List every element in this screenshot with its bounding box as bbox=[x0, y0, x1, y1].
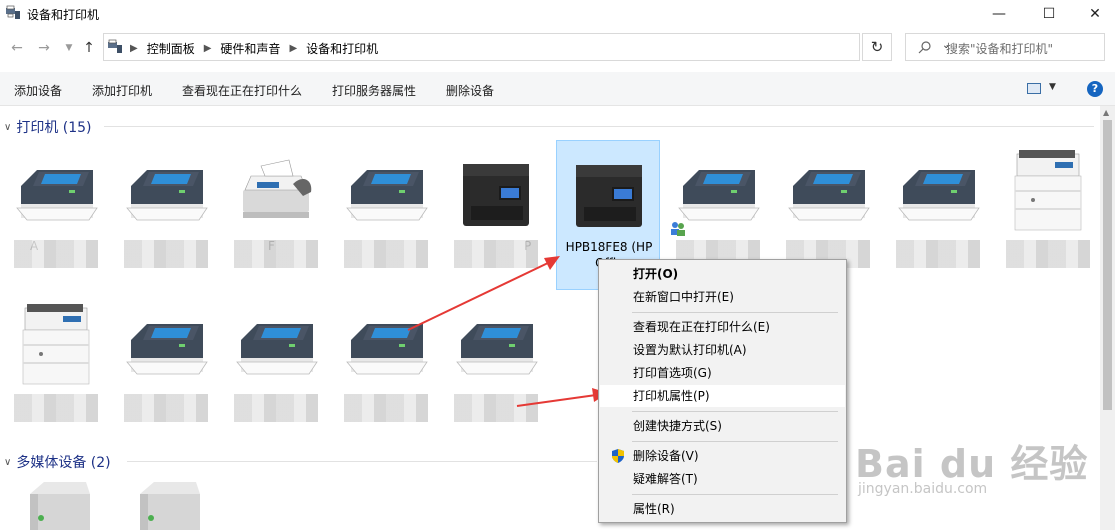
menu-separator bbox=[632, 411, 838, 412]
context-menu: 打开(O) 在新窗口中打开(E) 查看现在正在打印什么(E) 设置为默认打印机(… bbox=[598, 259, 847, 523]
shield-icon bbox=[612, 449, 624, 463]
menu-open[interactable]: 打开(O) bbox=[600, 263, 845, 285]
menu-separator bbox=[632, 494, 838, 495]
watermark-url: jingyan.baidu.com bbox=[858, 481, 988, 497]
menu-open-new-window[interactable]: 在新窗口中打开(E) bbox=[600, 286, 845, 308]
menu-remove-device-label: 删除设备(V) bbox=[633, 449, 699, 463]
menu-remove-device[interactable]: 删除设备(V) bbox=[600, 445, 845, 467]
menu-create-shortcut[interactable]: 创建快捷方式(S) bbox=[600, 415, 845, 437]
menu-printing-preferences[interactable]: 打印首选项(G) bbox=[600, 362, 845, 384]
baidu-watermark: Bai du 经验 jingyan.baidu.com bbox=[855, 433, 1089, 497]
menu-properties[interactable]: 属性(R) bbox=[600, 498, 845, 520]
menu-see-printing[interactable]: 查看现在正在打印什么(E) bbox=[600, 316, 845, 338]
menu-set-default[interactable]: 设置为默认打印机(A) bbox=[600, 339, 845, 361]
menu-separator bbox=[632, 441, 838, 442]
menu-printer-properties[interactable]: 打印机属性(P) bbox=[600, 385, 845, 407]
menu-troubleshoot[interactable]: 疑难解答(T) bbox=[600, 468, 845, 490]
watermark-brand: Bai du 经验 bbox=[855, 442, 1089, 486]
menu-separator bbox=[632, 312, 838, 313]
